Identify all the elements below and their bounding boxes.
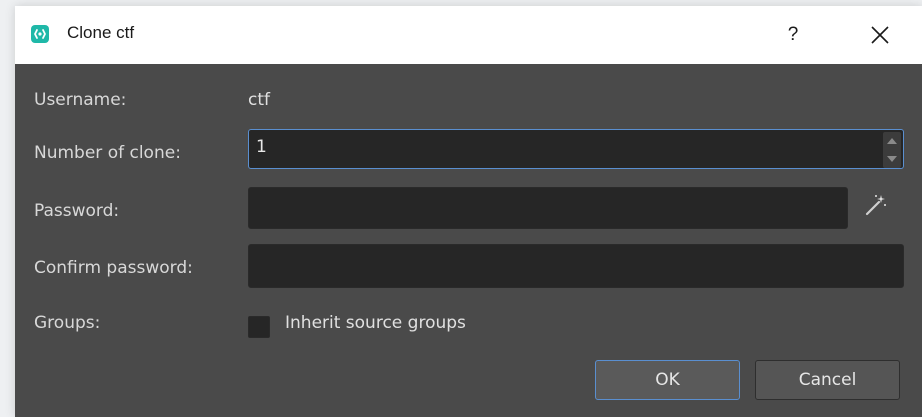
magic-wand-icon[interactable] — [864, 193, 888, 217]
username-label: Username: — [34, 90, 127, 110]
inherit-source-groups-label[interactable]: Inherit source groups — [285, 313, 466, 333]
help-button[interactable]: ? — [773, 17, 813, 53]
spin-arrows[interactable] — [883, 132, 901, 168]
close-icon — [871, 26, 889, 44]
title-bar: Clone ctf ? — [15, 6, 922, 64]
inherit-source-groups-checkbox[interactable] — [248, 316, 270, 338]
app-logo-icon — [31, 25, 49, 43]
confirm-password-field[interactable] — [248, 244, 904, 288]
number-of-clone-value: 1 — [256, 137, 267, 157]
cancel-button[interactable]: Cancel — [755, 360, 900, 400]
dialog-content: Username: ctf Number of clone: 1 Passwor… — [15, 64, 922, 417]
spin-up-icon[interactable] — [883, 132, 901, 150]
spin-down-icon[interactable] — [883, 150, 901, 168]
ok-button[interactable]: OK — [595, 360, 740, 400]
number-of-clone-spinbox[interactable]: 1 — [248, 129, 904, 169]
number-of-clone-label: Number of clone: — [34, 143, 181, 163]
clone-dialog: Clone ctf ? Username: ctf Number of clon… — [15, 6, 922, 417]
username-value: ctf — [248, 90, 270, 110]
groups-label: Groups: — [34, 313, 101, 333]
confirm-password-label: Confirm password: — [34, 258, 193, 278]
password-label: Password: — [34, 201, 120, 221]
dialog-title: Clone ctf — [67, 23, 135, 42]
password-field[interactable] — [248, 187, 848, 229]
close-button[interactable] — [860, 17, 900, 53]
